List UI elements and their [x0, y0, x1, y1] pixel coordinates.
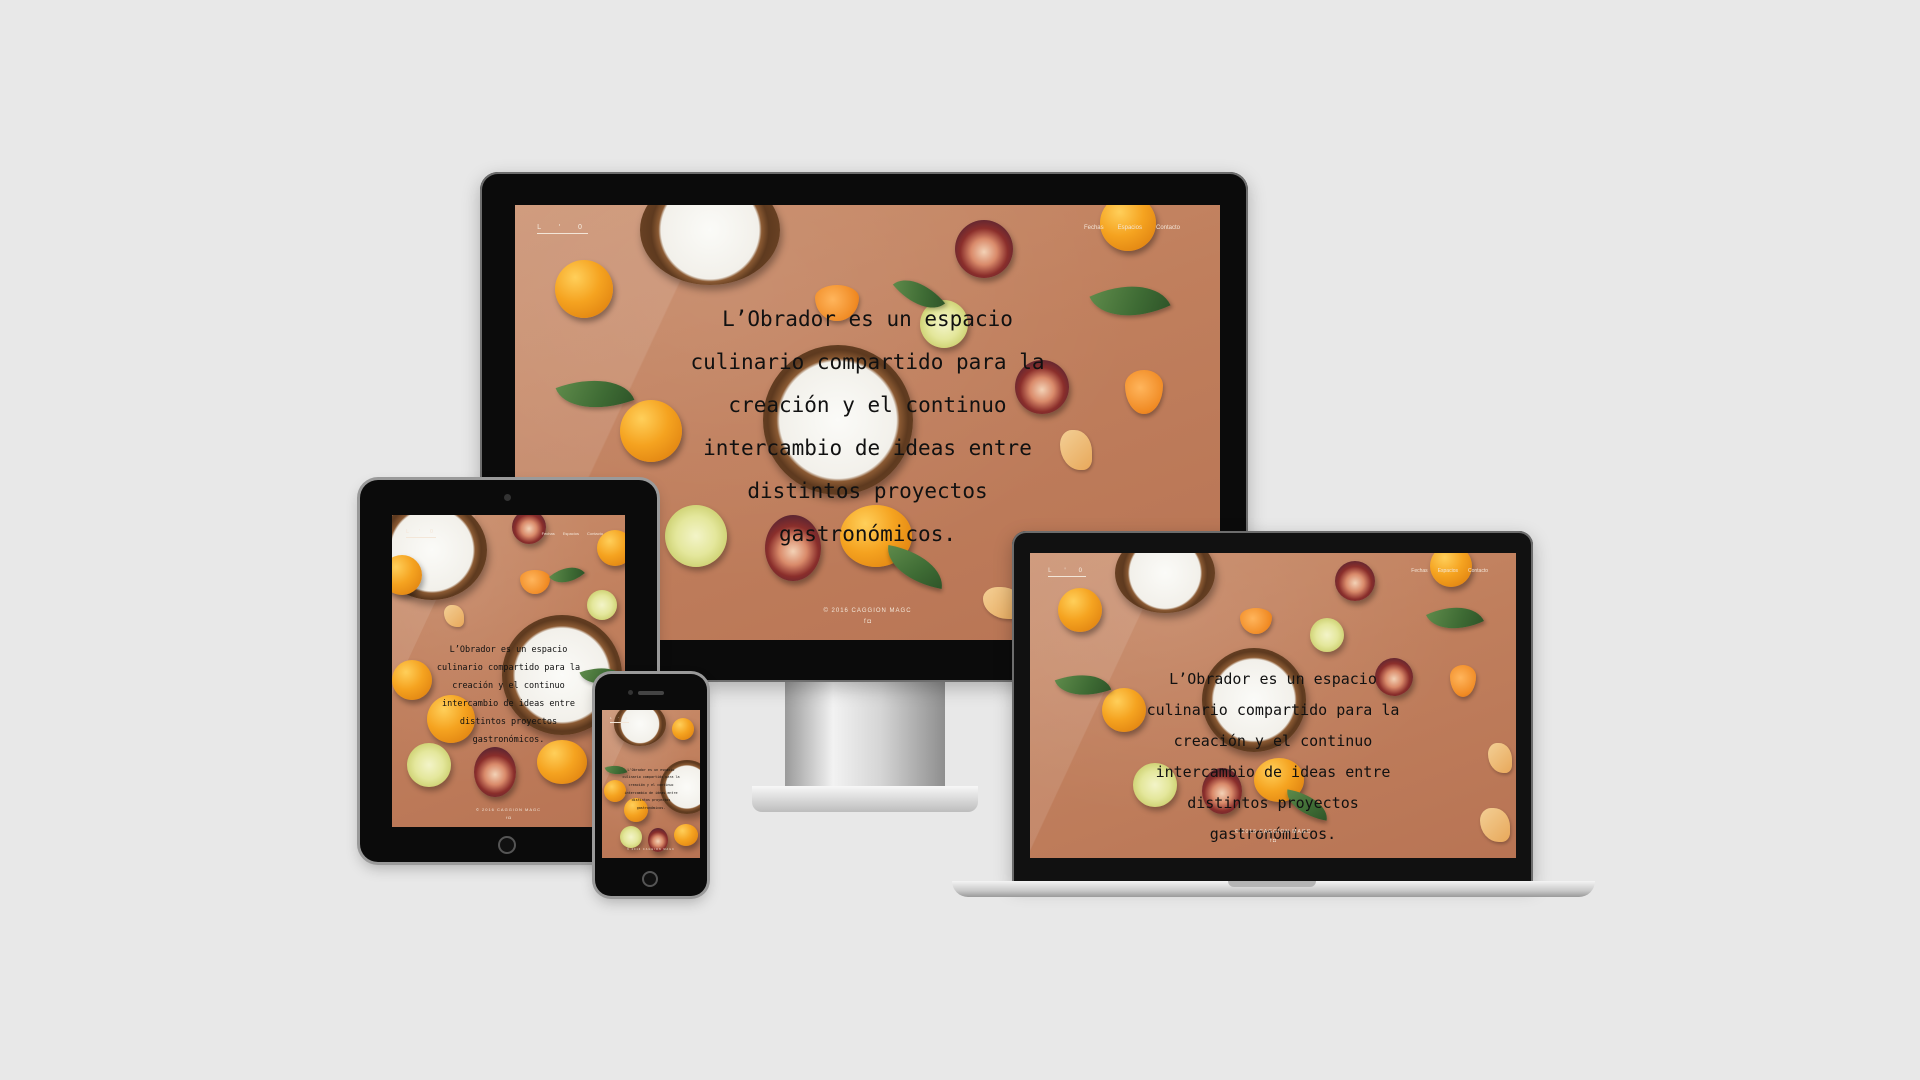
- camera-icon: [504, 494, 511, 501]
- headline-line: distintos proyectos: [459, 717, 558, 727]
- nav-link-fechas[interactable]: Fechas: [1084, 225, 1104, 231]
- headline-line: intercambio de ideas entre: [703, 435, 1032, 460]
- headline-line: distintos proyectos: [1187, 793, 1359, 812]
- monitor-stand-base: [752, 786, 978, 812]
- headline-line: culinario compartido para la: [622, 775, 680, 780]
- nav-link-espacios[interactable]: Espacios: [1438, 568, 1458, 574]
- headline-line: creación y el continuo: [1173, 731, 1373, 750]
- fig-image: [1335, 561, 1375, 601]
- monitor-stand-neck: [785, 680, 945, 790]
- facebook-icon[interactable]: f: [864, 619, 866, 625]
- nav-link-espacios[interactable]: Espacios: [563, 531, 579, 536]
- social-links: f ◘: [392, 815, 625, 820]
- instagram-icon[interactable]: ◘: [1273, 838, 1276, 844]
- headline-line: L’Obrador es un espacio: [1169, 669, 1377, 688]
- home-button-icon[interactable]: [642, 871, 658, 887]
- lime-image: [1310, 618, 1344, 652]
- headline-line: intercambio de ideas entre: [441, 699, 576, 709]
- fig-image: [474, 747, 516, 797]
- laptop-screen: L ' O Fechas Espacios Contacto L’Obrador…: [1030, 553, 1516, 858]
- instagram-icon[interactable]: ◘: [867, 619, 871, 625]
- site-nav: Fechas Espacios Contacto: [1411, 568, 1488, 574]
- phone-speaker: [638, 691, 664, 695]
- headline-line: culinario compartido para la: [1146, 700, 1400, 719]
- headline-line: gastronómicos.: [472, 735, 545, 745]
- laptop-notch: [1228, 881, 1316, 887]
- nav-link-contacto[interactable]: Contacto: [1468, 568, 1488, 574]
- headline-line: L’Obrador es un espacio: [722, 306, 1013, 331]
- nav-link-contacto[interactable]: Contacto: [587, 531, 603, 536]
- social-links: f ◘: [1030, 838, 1516, 844]
- orange-image: [1058, 588, 1102, 632]
- headline-line: creación y el continuo: [728, 392, 1007, 417]
- site-nav: Fechas Espacios Contacto: [1084, 225, 1180, 231]
- headline-line: creación y el continuo: [452, 681, 565, 691]
- site-footer: © 2016 CAGGION MAGC: [475, 807, 542, 812]
- hero-headline: L’Obrador es un espacio culinario compar…: [392, 637, 625, 754]
- headline-line: culinario compartido para la: [690, 349, 1045, 374]
- hero-headline: L’Obrador es un espacio culinario compar…: [602, 765, 700, 814]
- phone-screen: L ' O L’Obrador es un espacio culinario …: [602, 710, 700, 858]
- headline-line: creación y el continuo: [628, 782, 674, 787]
- headline-line: distintos proyectos: [631, 798, 671, 803]
- site-footer: © 2016 CAGGION MAGC: [627, 848, 675, 851]
- headline-line: culinario compartido para la: [436, 663, 581, 673]
- site-logo[interactable]: L ' O: [406, 529, 437, 538]
- lime-image: [587, 590, 617, 620]
- site-logo[interactable]: L ' O: [537, 223, 589, 234]
- headline-line: L’Obrador es un espacio: [627, 767, 675, 772]
- site-logo[interactable]: L ' O: [610, 716, 630, 723]
- camera-icon: [628, 690, 633, 695]
- headline-line: gastronómicos.: [636, 805, 666, 810]
- nav-link-contacto[interactable]: Contacto: [1156, 225, 1180, 231]
- fig-image: [955, 220, 1013, 278]
- nav-link-espacios[interactable]: Espacios: [1118, 225, 1142, 231]
- home-button-icon[interactable]: [498, 836, 516, 854]
- nav-link-fechas[interactable]: Fechas: [1411, 568, 1427, 574]
- headline-line: intercambio de ideas entre: [624, 790, 678, 795]
- nav-link-fechas[interactable]: Fechas: [542, 531, 555, 536]
- lime-image: [620, 826, 642, 848]
- orange-image: [672, 718, 694, 740]
- headline-line: intercambio de ideas entre: [1155, 762, 1391, 781]
- site-logo[interactable]: L ' O: [1048, 567, 1087, 577]
- orange-image: [674, 824, 698, 846]
- site-footer: © 2016 CAGGION MAGC: [1234, 829, 1312, 835]
- facebook-icon[interactable]: f: [1270, 838, 1271, 844]
- hero-headline: L’Obrador es un espacio culinario compar…: [1030, 656, 1516, 858]
- tablet-screen: L ' O Fechas Espacios Contacto L’Obrador…: [392, 515, 625, 827]
- site-nav: Fechas Espacios Contacto: [542, 531, 603, 536]
- headline-line: L’Obrador es un espacio: [449, 645, 568, 655]
- instagram-icon[interactable]: ◘: [508, 815, 510, 820]
